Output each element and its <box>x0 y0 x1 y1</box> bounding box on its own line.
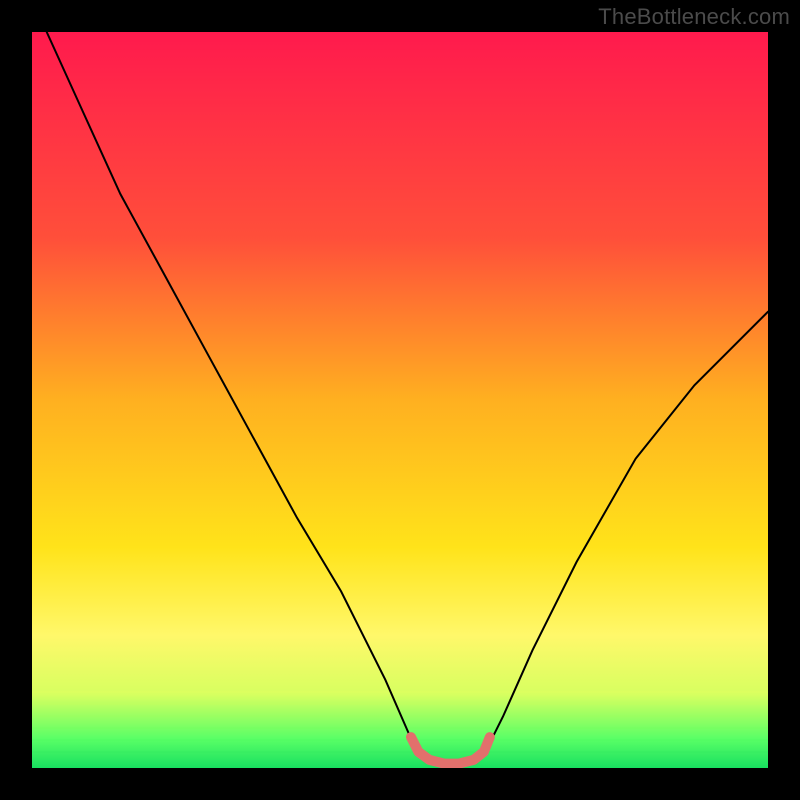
watermark-text: TheBottleneck.com <box>598 4 790 30</box>
plot-area <box>32 32 768 768</box>
chart-svg <box>32 32 768 768</box>
gradient-background <box>32 32 768 768</box>
chart-frame: TheBottleneck.com <box>0 0 800 800</box>
